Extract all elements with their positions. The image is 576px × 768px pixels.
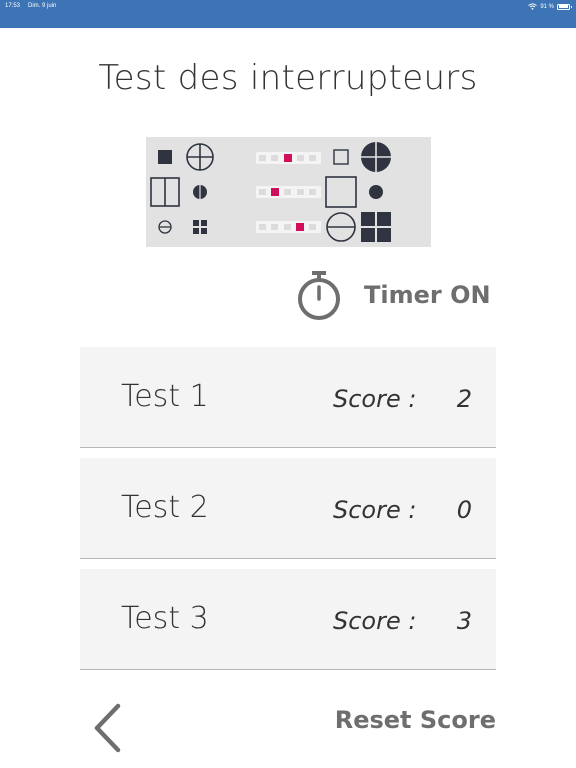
status-bar: 17:53 Dim. 9 juin 91 % xyxy=(0,0,576,28)
status-date: Dim. 9 juin xyxy=(28,3,57,9)
test-name: Test 2 xyxy=(121,490,209,525)
score-value: 2 xyxy=(456,385,472,413)
score-label: Score : xyxy=(333,607,417,635)
battery-percentage: 91 % xyxy=(540,3,554,10)
test-name: Test 3 xyxy=(121,601,209,636)
page-title: Test des interrupteurs xyxy=(98,58,478,98)
score-value: 0 xyxy=(456,496,472,524)
score-label: Score : xyxy=(333,385,417,413)
reset-score-button[interactable]: Reset Score xyxy=(335,706,496,734)
test-row-2[interactable]: Test 2 Score : 0 xyxy=(80,458,496,559)
test-row-3[interactable]: Test 3 Score : 3 xyxy=(80,569,496,670)
test-list: Test 1 Score : 2 Test 2 Score : 0 Test 3… xyxy=(80,347,496,680)
test-row-1[interactable]: Test 1 Score : 2 xyxy=(80,347,496,448)
status-indicators: 91 % xyxy=(528,3,572,10)
wifi-icon xyxy=(528,3,538,10)
status-time: 17:53 xyxy=(5,3,21,9)
chevron-left-icon xyxy=(94,703,121,753)
score-value: 3 xyxy=(456,607,472,635)
stopwatch-icon xyxy=(298,271,340,320)
illustration-graphic xyxy=(150,142,391,242)
battery-icon xyxy=(557,3,572,10)
back-button[interactable] xyxy=(88,702,132,754)
test-name: Test 1 xyxy=(121,379,209,414)
timer-toggle[interactable]: Timer ON xyxy=(296,268,491,322)
timer-label: Timer ON xyxy=(364,281,491,309)
switch-test-illustration xyxy=(146,137,431,247)
score-label: Score : xyxy=(333,496,417,524)
